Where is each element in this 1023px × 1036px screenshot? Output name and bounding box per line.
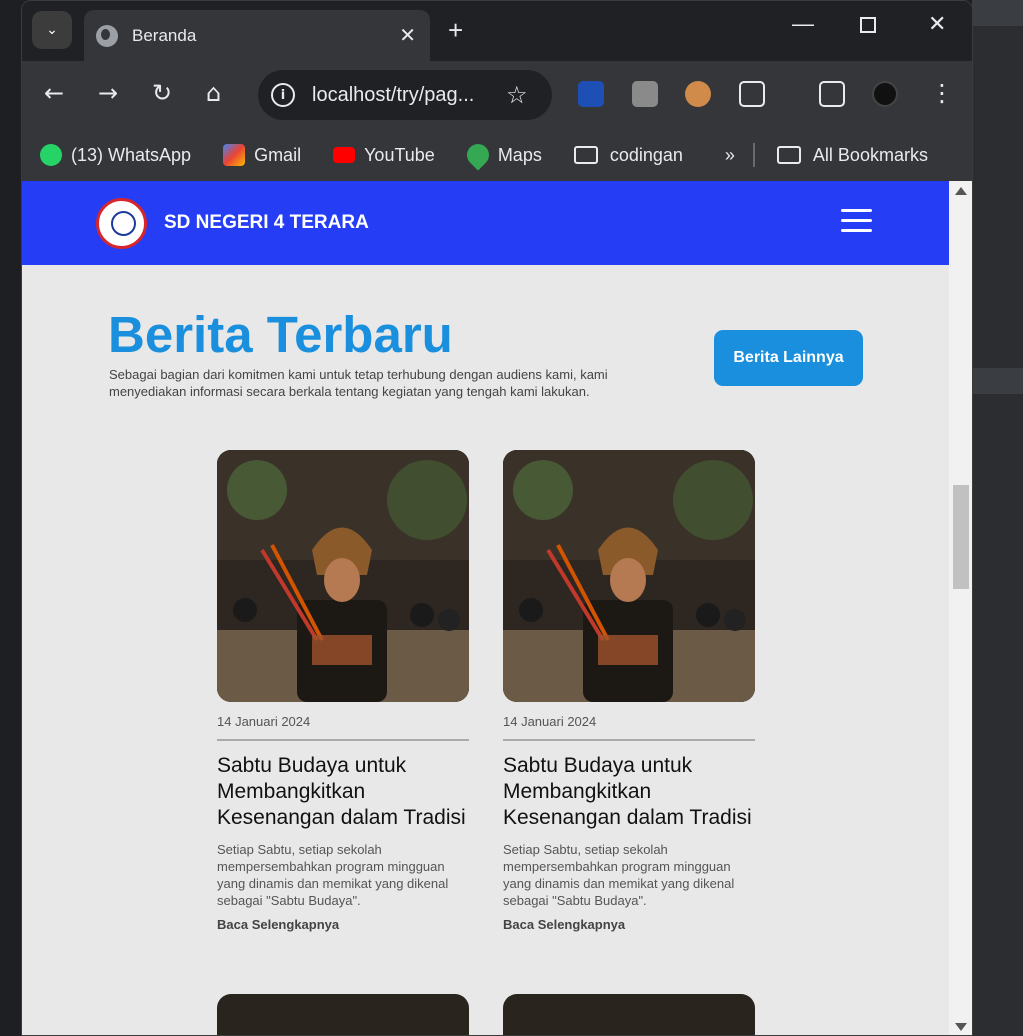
tab-beranda[interactable]: Beranda ✕: [84, 10, 430, 61]
bookmarks-overflow-button[interactable]: »: [725, 145, 735, 166]
gmail-icon: [223, 144, 246, 166]
section-description: Sebagai bagian dari komitmen kami untuk …: [109, 367, 608, 399]
bookmark-label: Maps: [497, 144, 542, 165]
bookmark-label: (13) WhatsApp: [71, 144, 192, 165]
news-title[interactable]: Sabtu Budaya untuk Membangkitkan Kesenan…: [217, 753, 469, 831]
bookmark-whatsapp[interactable]: (13) WhatsApp: [40, 144, 191, 166]
minimize-button[interactable]: —: [792, 11, 814, 37]
page-viewport: SD NEGERI 4 TERARA Berita Terbaru Sebaga…: [22, 181, 949, 1035]
all-bookmarks-label: All Bookmarks: [812, 144, 928, 165]
whatsapp-icon: [40, 144, 62, 166]
more-news-button[interactable]: Berita Lainnya: [714, 330, 863, 386]
close-tab-icon[interactable]: ✕: [399, 23, 416, 48]
forward-icon[interactable]: →: [98, 79, 118, 107]
scrollbar-thumb[interactable]: [953, 485, 969, 589]
editor-right-strip: [972, 0, 1023, 1036]
news-image[interactable]: [217, 994, 469, 1035]
chevron-down-icon: ⌄: [46, 22, 58, 38]
puzzle-icon[interactable]: [739, 81, 765, 107]
tab-search-button[interactable]: ⌄: [32, 11, 72, 49]
url-text[interactable]: localhost/try/pag...: [312, 84, 492, 107]
bookmark-codingan[interactable]: codingan: [573, 144, 683, 166]
site-name[interactable]: SD NEGERI 4 TERARA: [164, 212, 369, 234]
folder-icon: [573, 146, 598, 164]
site-info-icon[interactable]: i: [271, 83, 295, 107]
extension-icon[interactable]: [578, 81, 604, 107]
news-image[interactable]: [217, 450, 469, 702]
scroll-up-icon[interactable]: [955, 187, 967, 195]
bookmark-label: codingan: [609, 144, 683, 165]
menu-dots-icon[interactable]: ⋮: [930, 79, 954, 107]
close-window-button[interactable]: ✕: [928, 11, 946, 37]
news-excerpt: Setiap Sabtu, setiap sekolah mempersemba…: [217, 842, 449, 908]
globe-icon: [96, 24, 118, 47]
news-date: 14 Januari 2024: [503, 714, 755, 741]
profile-avatar[interactable]: [872, 81, 898, 107]
page-scrollbar[interactable]: [949, 181, 972, 1035]
browser-toolbar: ← → ↻ ⌂ i localhost/try/pag... ☆ ⋮: [22, 61, 972, 129]
news-card[interactable]: 14 Januari 2024 Sabtu Budaya untuk Memba…: [503, 450, 755, 932]
new-tab-button[interactable]: +: [448, 15, 463, 46]
bookmark-star-icon[interactable]: ☆: [506, 81, 528, 109]
extension-icon[interactable]: [632, 81, 658, 107]
reload-icon[interactable]: ↻: [152, 79, 172, 107]
scroll-down-icon[interactable]: [955, 1023, 967, 1031]
news-card[interactable]: 14 Januari 2024 Sabtu Budaya untuk Memba…: [217, 450, 469, 932]
tab-strip: ⌄ Beranda ✕ + — ✕: [22, 1, 972, 61]
youtube-icon: [333, 147, 356, 163]
news-excerpt: Setiap Sabtu, setiap sekolah mempersemba…: [503, 842, 735, 908]
tab-title: Beranda: [132, 25, 197, 45]
school-logo[interactable]: [96, 198, 147, 249]
browser-window: ⌄ Beranda ✕ + — ✕ ← → ↻ ⌂ i localhost/tr…: [21, 0, 973, 1036]
home-icon[interactable]: ⌂: [206, 79, 221, 107]
side-panel-icon[interactable]: [819, 81, 845, 107]
bookmarks-bar: (13) WhatsApp Gmail YouTube Maps codinga…: [22, 129, 972, 181]
news-title[interactable]: Sabtu Budaya untuk Membangkitkan Kesenan…: [503, 753, 755, 831]
bookmark-gmail[interactable]: Gmail: [223, 144, 301, 166]
extension-icon[interactable]: [685, 81, 711, 107]
news-image[interactable]: [503, 994, 755, 1035]
read-more-link[interactable]: Baca Selengkapnya: [217, 917, 469, 932]
news-date: 14 Januari 2024: [217, 714, 469, 741]
bookmark-label: Gmail: [254, 144, 302, 165]
news-card[interactable]: [503, 994, 755, 1035]
editor-code-edge: [0, 0, 22, 1036]
bookmark-youtube[interactable]: YouTube: [333, 145, 435, 166]
news-card[interactable]: [217, 994, 469, 1035]
divider: [752, 143, 755, 167]
read-more-link[interactable]: Baca Selengkapnya: [503, 917, 755, 932]
section-title: Berita Terbaru: [108, 306, 453, 363]
site-navbar: SD NEGERI 4 TERARA: [22, 181, 949, 265]
folder-icon: [776, 146, 801, 164]
back-icon[interactable]: ←: [44, 79, 64, 107]
address-bar[interactable]: i localhost/try/pag... ☆: [258, 70, 552, 120]
maximize-button[interactable]: [860, 13, 876, 39]
all-bookmarks-button[interactable]: All Bookmarks: [776, 144, 928, 166]
bookmark-label: YouTube: [364, 144, 435, 165]
news-section-header: Berita Terbaru Sebagai bagian dari komit…: [22, 265, 949, 445]
bookmark-maps[interactable]: Maps: [462, 139, 542, 171]
hamburger-menu-icon[interactable]: [841, 209, 872, 233]
news-image[interactable]: [503, 450, 755, 702]
maps-icon: [462, 139, 494, 171]
